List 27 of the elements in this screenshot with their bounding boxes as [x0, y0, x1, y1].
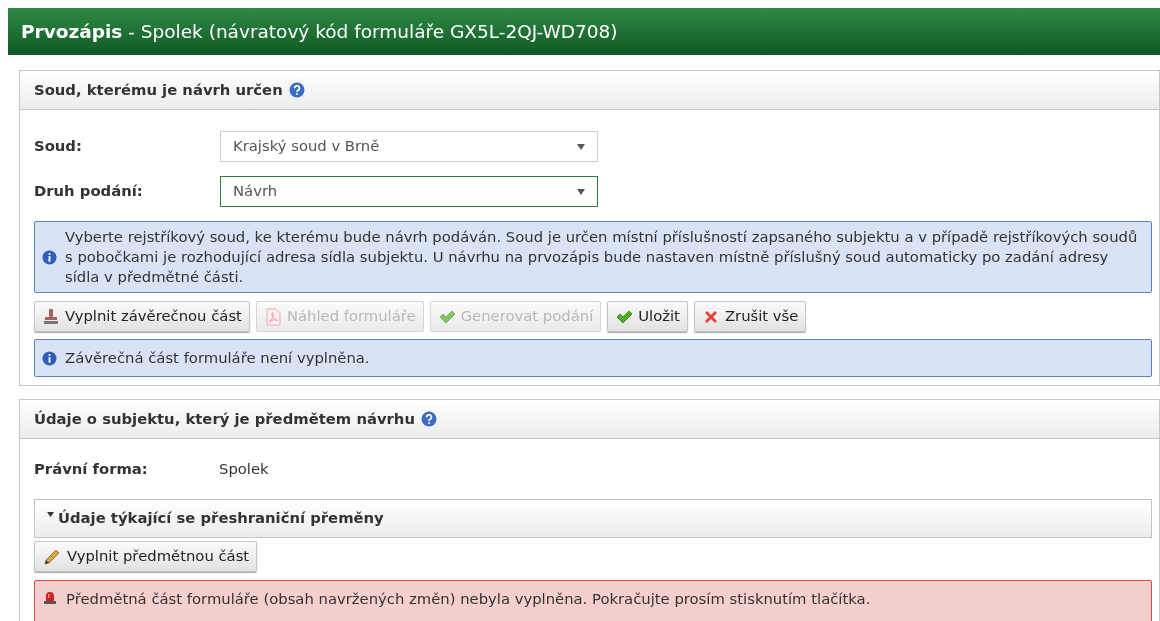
form-button[interactable]: Uložit [607, 301, 688, 332]
caret-down-icon [47, 512, 54, 517]
form-button[interactable]: Vyplnit závěrečnou část [34, 301, 250, 332]
message-text: Předmětná část formuláře (obsah navržených změn) nebyla vyplněna. Pokračujte prosím stisknutím tlačítka. [66, 589, 871, 609]
form-button[interactable]: Vyplnit předmětnou část [34, 541, 258, 572]
field-value: Spolek [219, 458, 269, 479]
dropdown-caret-icon [577, 143, 585, 150]
stamp-icon [42, 307, 60, 326]
pdf-document-icon [263, 307, 282, 326]
message-text: Vyberte rejstříkový soud, ke kterému bude návrh podáván. Soud je určen místní příslušností zapsaného subjektu a v případě rejstříkových soudů s pobočkami je rozhodující adresa sídla subjektu. U návrhu na prvozápis bude nastaven místně příslušný soud automaticky po zadání adresy sídla v předmětné části. [65, 227, 1139, 287]
form-button[interactable]: Zrušit vše [693, 301, 807, 332]
collapsible-header[interactable]: Údaje týkající se přeshraniční přeměny [34, 499, 1152, 538]
section-title: Údaje o subjektu, který je předmětem návrhu [34, 408, 415, 429]
field-label: Druh podání: [34, 181, 144, 202]
select-field[interactable]: Návrh [220, 176, 598, 207]
alarm-icon [42, 589, 58, 605]
info-icon [42, 350, 57, 366]
help-icon [288, 82, 305, 98]
field-label: Soud: [34, 136, 83, 157]
select-field[interactable]: Krajský soud v Brně [220, 131, 598, 162]
section-title: Soud, kterému je návrh určen [34, 79, 283, 100]
field-label: Právní forma: [34, 458, 149, 479]
page-title: Prvozápis - Spolek (návratový kód formuláře GX5L-2QJ-WD708) [21, 19, 618, 44]
help-icon [420, 411, 437, 427]
dropdown-caret-icon [577, 188, 585, 195]
message-text: Závěrečná část formuláře není vyplněna. [65, 348, 370, 368]
info-icon [42, 249, 57, 265]
